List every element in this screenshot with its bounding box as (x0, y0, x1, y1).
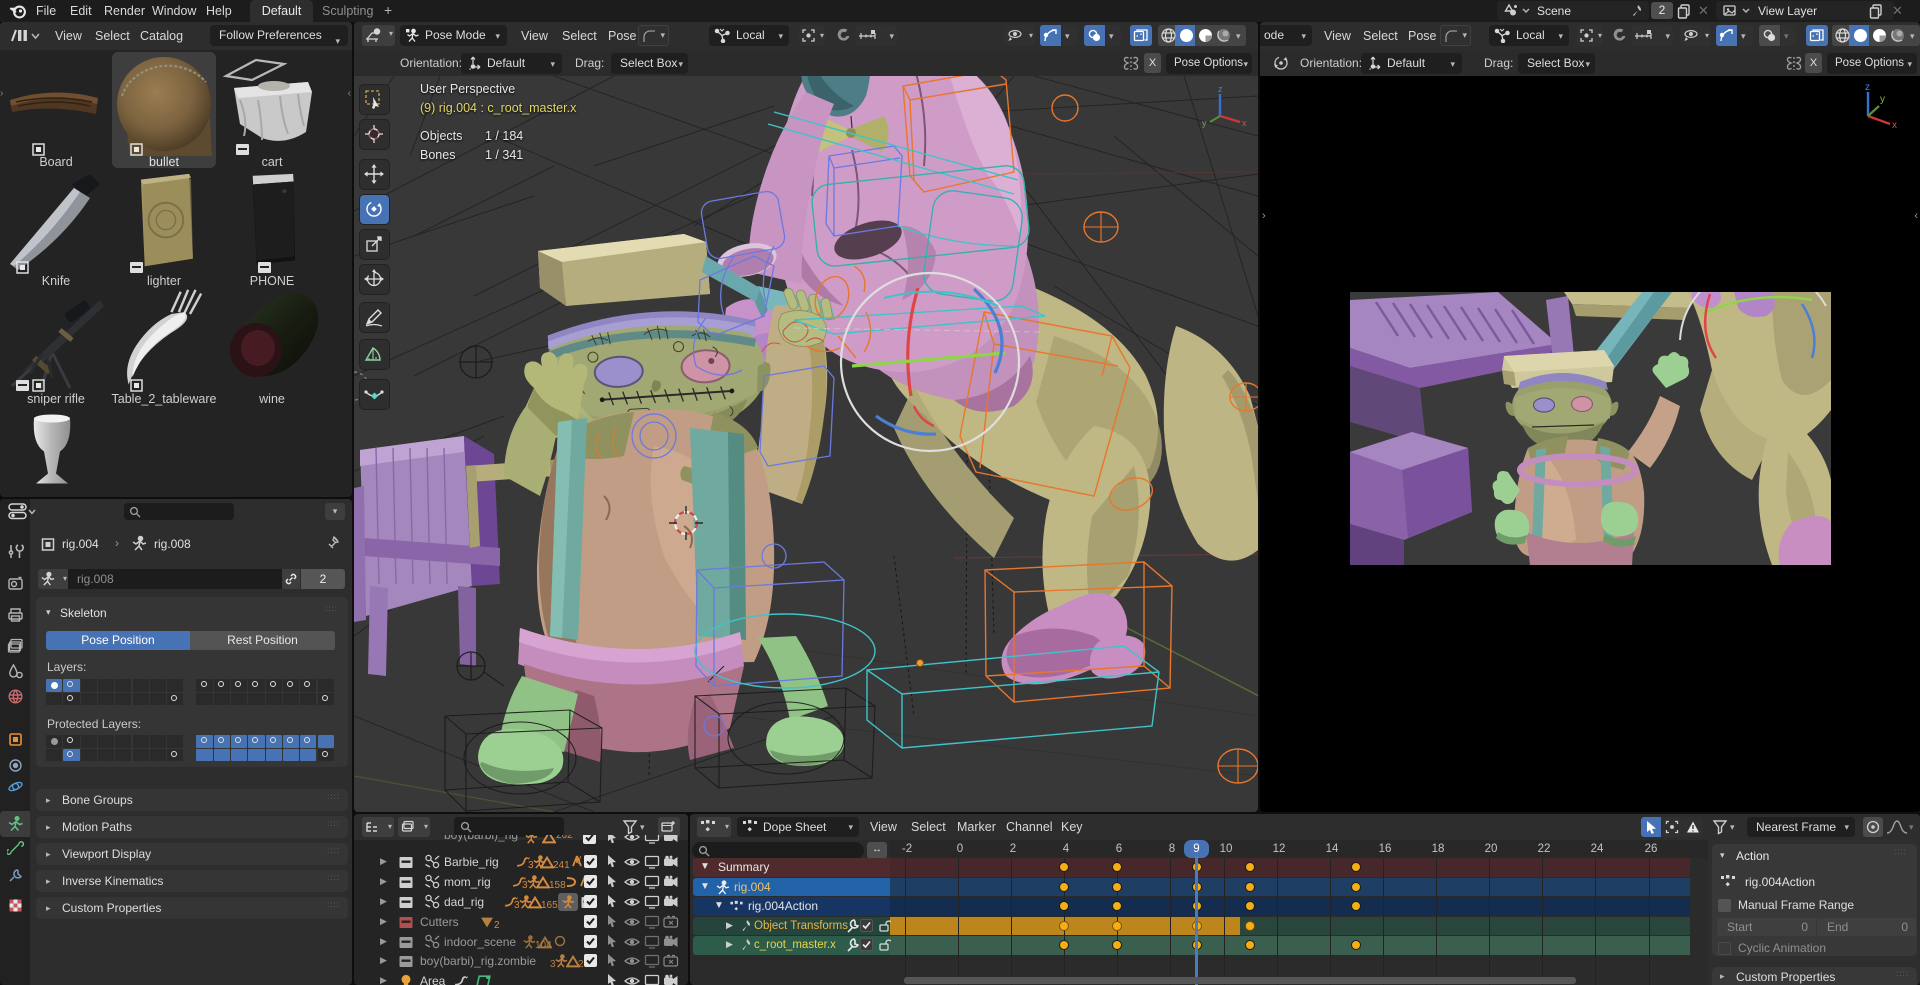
svg-text:z: z (1865, 82, 1870, 93)
svg-text:y: y (1880, 94, 1885, 105)
svg-text:y: y (1202, 118, 1207, 128)
svg-text:x: x (1892, 120, 1897, 131)
svg-text:z: z (1218, 84, 1223, 94)
svg-text:x: x (1242, 118, 1247, 128)
